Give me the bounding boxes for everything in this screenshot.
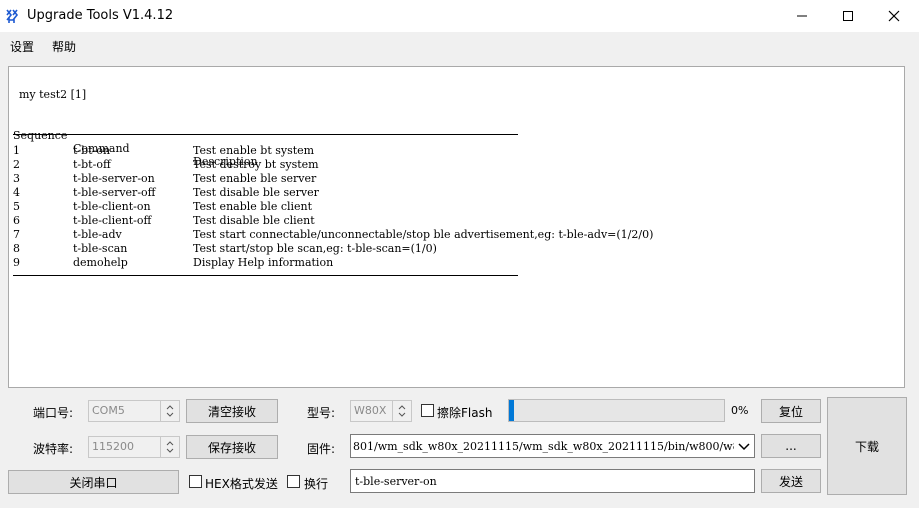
row-command: t-ble-scan	[73, 242, 128, 255]
spin-arrows-icon	[166, 405, 174, 417]
close-icon	[888, 10, 900, 22]
window-title: Upgrade Tools V1.4.12	[27, 8, 174, 23]
row-command: t-ble-adv	[73, 228, 122, 241]
send-input[interactable]: t-ble-server-on	[350, 469, 755, 493]
app-logo-icon	[6, 9, 19, 23]
model-select[interactable]: W80X	[350, 400, 412, 422]
progress-percent: 0%	[731, 404, 749, 417]
row-description: Test destroy bt system	[193, 158, 319, 171]
console-divider-bottom	[13, 275, 518, 276]
row-description: Test disable ble client	[193, 214, 315, 227]
model-label: 型号:	[307, 406, 336, 420]
spin-arrows-icon	[166, 441, 174, 453]
row-sequence: 3	[13, 172, 20, 185]
row-command: t-bt-on	[73, 144, 111, 157]
send-input-value: t-ble-server-on	[355, 475, 437, 488]
spin-arrows-icon	[398, 405, 406, 417]
column-sequence: Sequence	[13, 129, 68, 142]
hex-send-checkbox[interactable]	[189, 475, 202, 488]
row-sequence: 5	[13, 200, 20, 213]
maximize-icon	[843, 11, 853, 21]
row-command: t-ble-client-off	[73, 214, 152, 227]
firmware-dropdown[interactable]	[734, 435, 754, 457]
row-description: Test enable ble server	[193, 172, 317, 185]
firmware-label: 固件:	[307, 442, 336, 456]
newline-label: 换行	[304, 477, 329, 491]
minimize-button[interactable]	[779, 0, 825, 32]
maximize-button[interactable]	[825, 0, 871, 32]
row-sequence: 7	[13, 228, 20, 241]
baud-spinner[interactable]	[160, 437, 179, 457]
row-description: Test enable ble client	[193, 200, 313, 213]
row-sequence: 1	[13, 144, 20, 157]
console-output[interactable]: my test2 [1] Sequence Command Descriptio…	[8, 66, 905, 388]
model-spinner[interactable]	[392, 401, 411, 421]
menu-bar: 设置 帮助	[0, 32, 919, 58]
menu-settings[interactable]: 设置	[10, 38, 34, 55]
console-header: my test2 [1]	[19, 88, 87, 101]
row-description: Test start connectable/unconnectable/sto…	[193, 228, 654, 241]
erase-flash-checkbox[interactable]	[421, 404, 434, 417]
row-sequence: 6	[13, 214, 20, 227]
baud-value: 115200	[92, 440, 134, 453]
progress-fill	[509, 400, 514, 421]
row-sequence: 4	[13, 186, 20, 199]
row-sequence: 9	[13, 256, 20, 269]
row-sequence: 2	[13, 158, 20, 171]
row-description: Display Help information	[193, 256, 334, 269]
newline-checkbox[interactable]	[287, 475, 300, 488]
row-command: demohelp	[73, 256, 128, 269]
row-command: t-bt-off	[73, 158, 111, 171]
browse-button[interactable]: ...	[761, 434, 821, 458]
download-button[interactable]: 下载	[827, 397, 907, 495]
port-spinner[interactable]	[160, 401, 179, 421]
row-command: t-ble-server-on	[73, 172, 155, 185]
firmware-path-select[interactable]: 801/wm_sdk_w80x_20211115/wm_sdk_w80x_202…	[350, 434, 755, 458]
port-label: 端口号:	[33, 406, 74, 420]
row-description: Test disable ble server	[193, 186, 319, 199]
hex-send-label: HEX格式发送	[205, 477, 278, 491]
baud-select[interactable]: 115200	[88, 436, 180, 458]
chevron-down-icon	[738, 443, 750, 451]
port-select[interactable]: COM5	[88, 400, 180, 422]
send-button[interactable]: 发送	[761, 469, 821, 493]
baud-label: 波特率:	[33, 442, 74, 456]
port-value: COM5	[92, 404, 125, 417]
row-sequence: 8	[13, 242, 20, 255]
menu-help[interactable]: 帮助	[52, 38, 76, 55]
firmware-path-value: 801/wm_sdk_w80x_20211115/wm_sdk_w80x_202…	[353, 440, 755, 453]
row-description: Test enable bt system	[193, 144, 315, 157]
row-description: Test start/stop ble scan,eg: t-ble-scan=…	[193, 242, 437, 255]
clear-receive-button[interactable]: 清空接收	[186, 399, 278, 423]
model-value: W80X	[354, 404, 387, 417]
console-divider-top	[13, 134, 518, 135]
row-command: t-ble-client-on	[73, 200, 151, 213]
save-receive-button[interactable]: 保存接收	[186, 435, 278, 459]
close-window-button[interactable]	[871, 0, 917, 32]
reset-button[interactable]: 复位	[761, 399, 821, 423]
close-port-button[interactable]: 关闭串口	[8, 470, 179, 494]
erase-flash-label: 擦除Flash	[437, 406, 493, 420]
progress-bar	[508, 399, 725, 422]
minimize-icon	[797, 15, 807, 17]
title-bar: Upgrade Tools V1.4.12	[0, 0, 919, 32]
row-command: t-ble-server-off	[73, 186, 156, 199]
